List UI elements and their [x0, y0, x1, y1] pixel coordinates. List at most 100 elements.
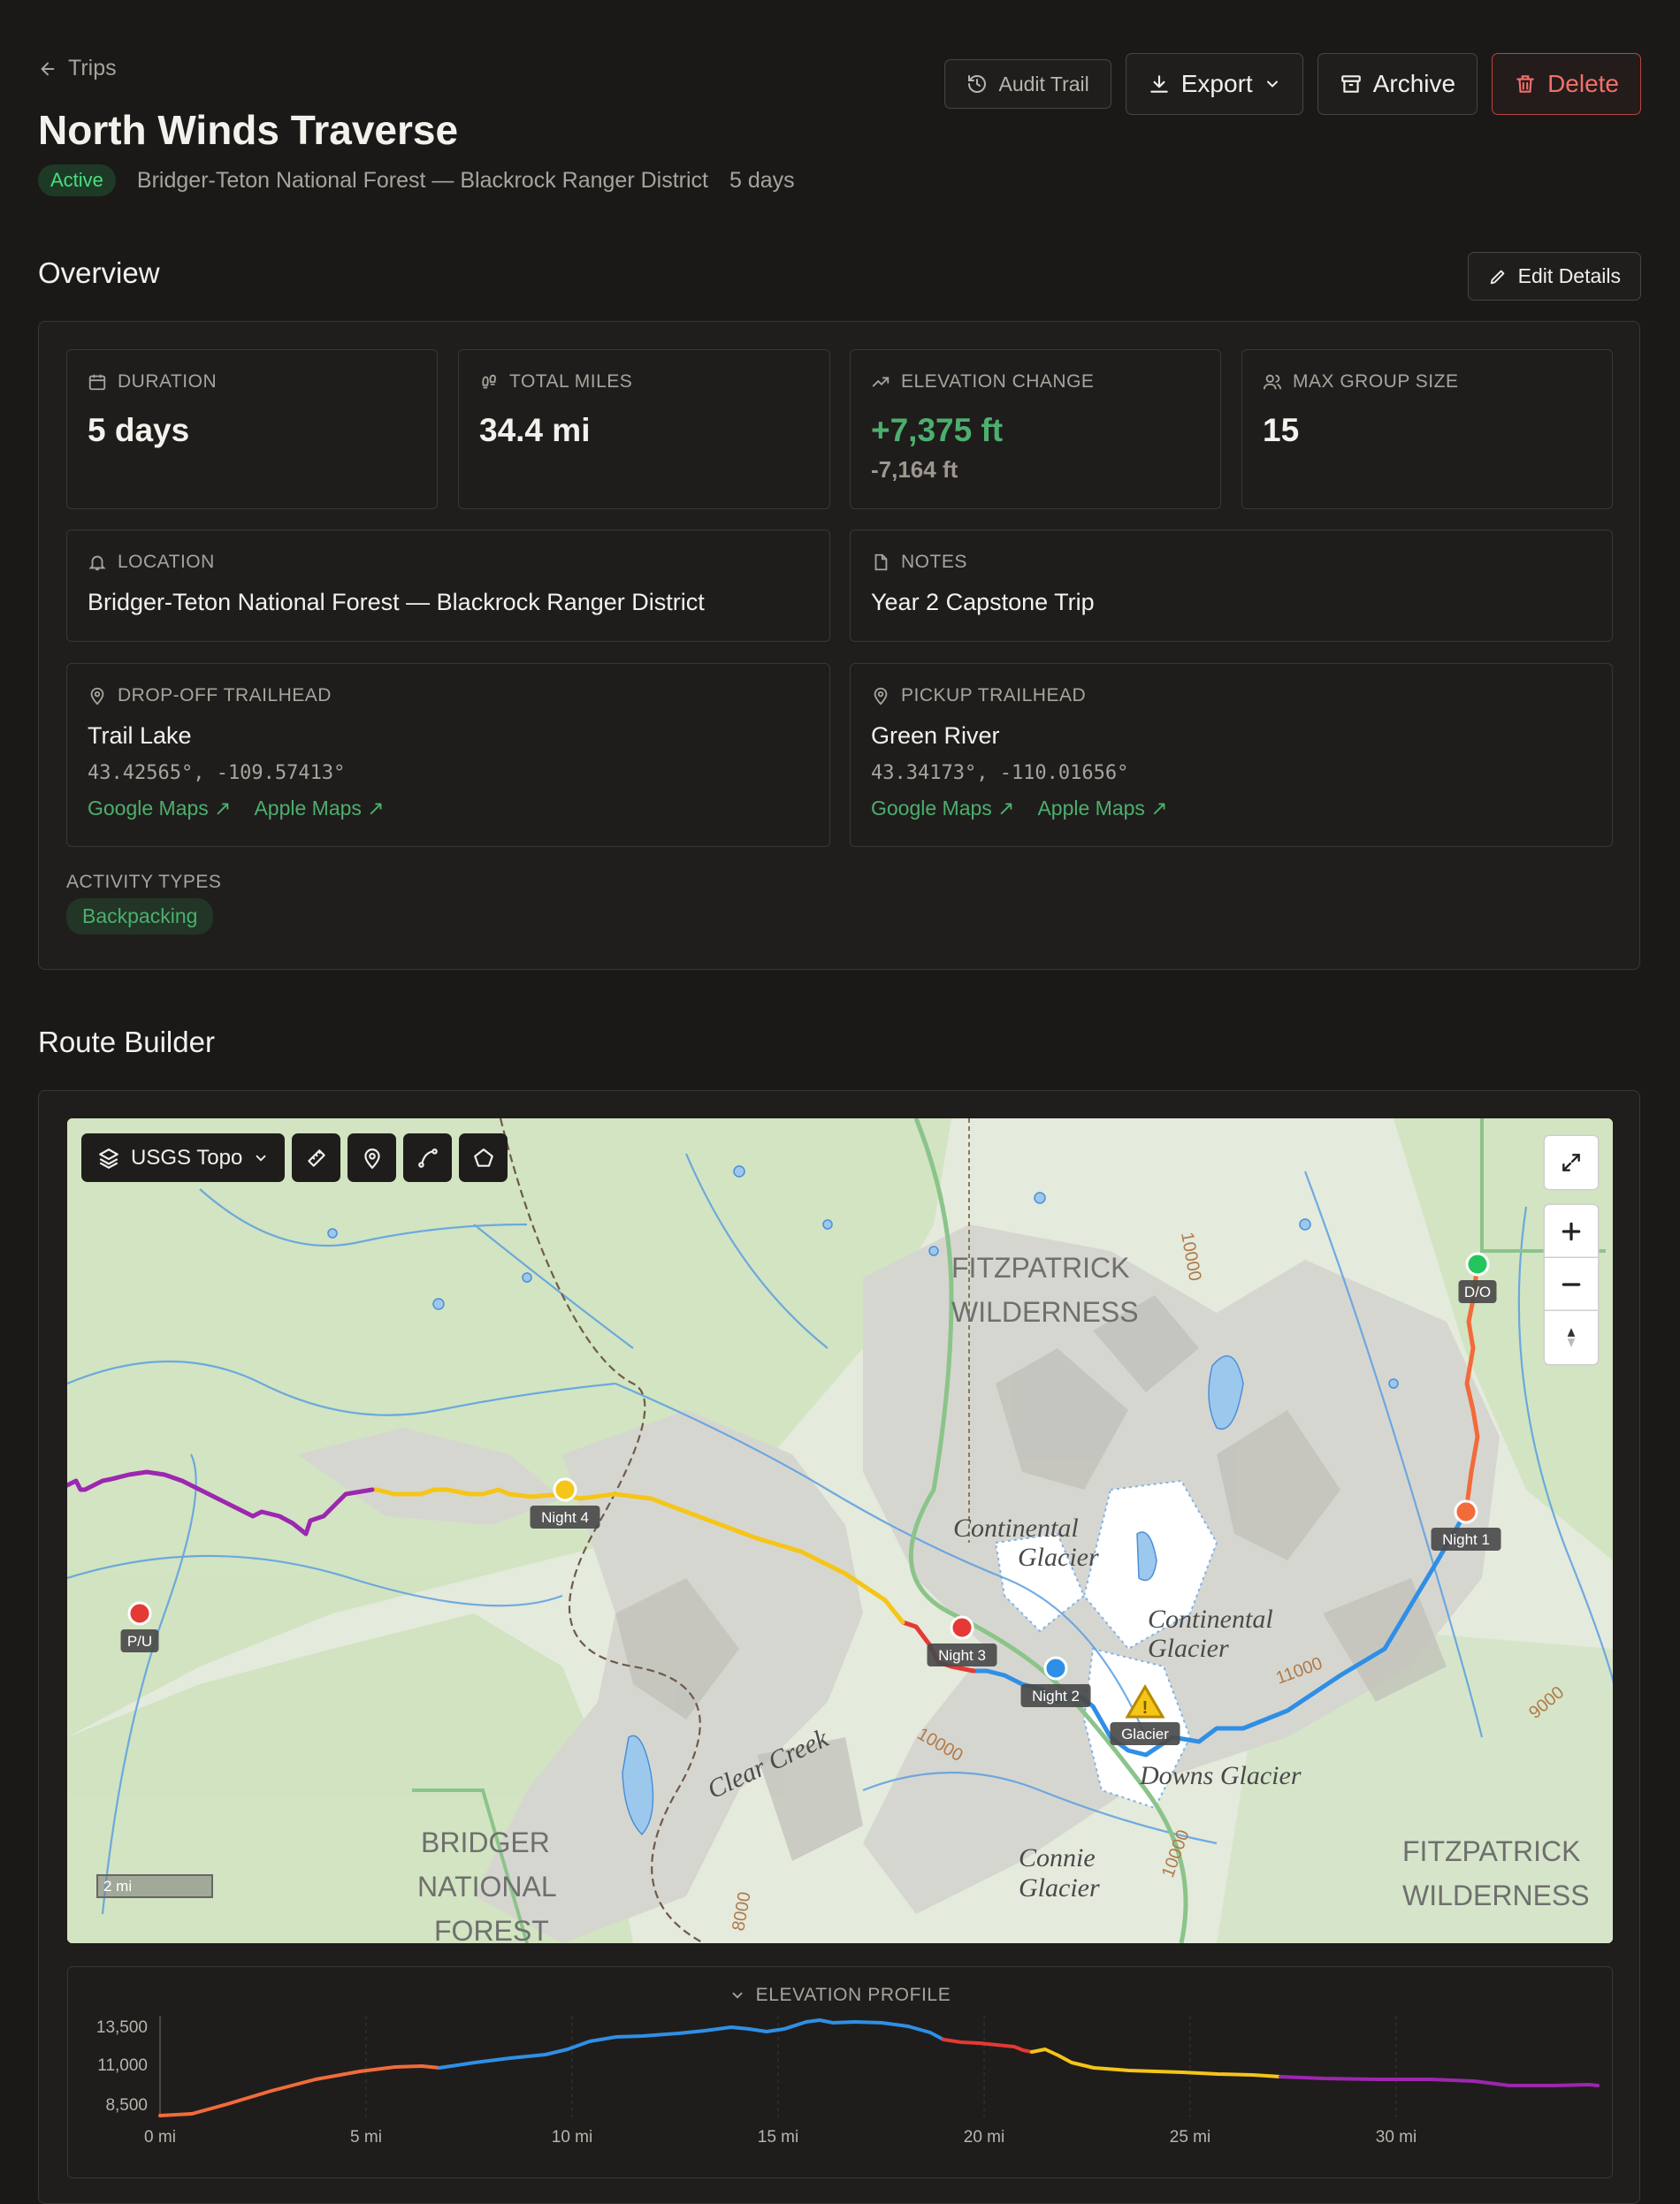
map-label-bridger-2: NATIONAL [417, 1871, 557, 1903]
audit-trail-button[interactable]: Audit Trail [944, 59, 1111, 109]
route-builder-title: Route Builder [38, 1026, 215, 1058]
map-label-connie-glacier-1: Connie [1019, 1843, 1096, 1872]
marker-dot [1465, 1252, 1490, 1277]
dropoff-name: Trail Lake [88, 722, 192, 749]
route-curve-icon [416, 1147, 439, 1170]
elevation-line-day1 [158, 2064, 441, 2117]
map-label-continental-glacier-a-1: Continental [953, 1514, 1079, 1543]
status-badge: Active [38, 164, 116, 196]
x-tick-label: 15 mi [758, 2128, 798, 2147]
location-card: LOCATION Bridger-Teton National Forest —… [66, 530, 830, 642]
export-button[interactable]: Export [1125, 53, 1303, 115]
audit-trail-label: Audit Trail [998, 72, 1089, 95]
notes-card: NOTES Year 2 Capstone Trip [850, 530, 1613, 642]
elevation-line-day3 [942, 2038, 1034, 2054]
dropoff-links: Google Maps ↗ Apple Maps ↗ [88, 797, 809, 820]
elevation-chart: 13,500 11,000 8,500 0 mi 5 mi 10 mi 15 mi 20 m… [96, 2016, 1600, 2147]
marker-label: P/U [127, 1633, 152, 1650]
y-tick-label: 8,500 [105, 2096, 148, 2115]
marker-dot [553, 1477, 577, 1502]
calendar-icon [88, 372, 107, 392]
map-scale-bar: 2 mi [96, 1874, 213, 1898]
marker-label: Night 4 [541, 1509, 589, 1526]
pickup-apple-maps-link[interactable]: Apple Maps ↗ [1037, 797, 1167, 820]
total-miles-card: TOTAL MILES 34.4 mi [458, 349, 830, 509]
reset-bearing-button[interactable] [1545, 1311, 1598, 1364]
activity-types-label: ACTIVITY TYPES [66, 872, 222, 892]
x-tick-label: 30 mi [1376, 2128, 1417, 2147]
elevation-x-axis: 0 mi 5 mi 10 mi 15 mi 20 mi 25 mi 30 mi [144, 2128, 1417, 2147]
elevation-label: ELEVATION CHANGE [901, 371, 1095, 392]
pickup-label-row: PICKUP TRAILHEAD [871, 685, 1592, 706]
measure-tool-button[interactable] [292, 1133, 341, 1182]
trip-location: Bridger-Teton National Forest — Blackroc… [136, 167, 708, 193]
elevation-profile-panel: ELEVATION PROFILE 13,500 11,000 8,500 0 mi… [67, 1966, 1613, 2178]
dropoff-trailhead-card: DROP-OFF TRAILHEAD Trail Lake 43.42565°,… [66, 663, 830, 847]
max-group-size-card: MAX GROUP SIZE 15 [1241, 349, 1613, 509]
archive-button[interactable]: Archive [1317, 53, 1478, 115]
draw-polygon-button[interactable] [459, 1133, 508, 1182]
compass-icon [1560, 1326, 1583, 1349]
back-to-trips-link[interactable]: Trips [38, 56, 117, 81]
export-label: Export [1180, 70, 1253, 97]
users-icon [1263, 372, 1282, 392]
pickup-trailhead-card: PICKUP TRAILHEAD Green River 43.34173°, … [850, 663, 1613, 847]
group-size-label-row: MAX GROUP SIZE [1263, 371, 1592, 393]
pickup-google-maps-link[interactable]: Google Maps ↗ [871, 797, 1014, 820]
map-label-continental-glacier-b-1: Continental [1148, 1605, 1273, 1634]
edit-details-label: Edit Details [1517, 264, 1621, 287]
marker-label: D/O [1464, 1284, 1491, 1300]
map-layer-select[interactable]: USGS Topo [81, 1133, 286, 1182]
pickup-links: Google Maps ↗ Apple Maps ↗ [871, 797, 1592, 820]
dropoff-apple-maps-link[interactable]: Apple Maps ↗ [254, 797, 384, 820]
trip-duration: 5 days [729, 167, 795, 193]
marker-label: Glacier [1121, 1726, 1169, 1743]
overview-panel: DURATION 5 days TOTAL MILES 34.4 mi ELEV… [38, 321, 1640, 970]
x-tick-label: 0 mi [144, 2128, 176, 2147]
elevation-loss-value: -7,164 ft [871, 456, 958, 483]
map-label-bridger-3: FOREST [434, 1915, 549, 1943]
delete-button[interactable]: Delete [1492, 53, 1641, 115]
total-miles-label-row: TOTAL MILES [479, 371, 809, 393]
route-map[interactable]: 10000 10000 11000 9000 10000 8000 FITZPA… [67, 1118, 1613, 1943]
minus-icon [1560, 1273, 1583, 1296]
zoom-out-button[interactable] [1545, 1258, 1598, 1311]
map-toolbar: USGS Topo [81, 1133, 508, 1182]
duration-value: 5 days [88, 412, 190, 448]
map-zoom-controls [1545, 1136, 1598, 1364]
map-label-fitzpatrick-south-1: FITZPATRICK [1402, 1835, 1580, 1867]
zoom-in-button[interactable] [1545, 1205, 1598, 1258]
warning-exclamation: ! [1142, 1698, 1149, 1718]
history-icon [966, 73, 988, 95]
x-tick-label: 25 mi [1170, 2128, 1210, 2147]
notes-label: NOTES [901, 552, 967, 572]
map-label-downs-glacier: Downs Glacier [1139, 1761, 1302, 1790]
edit-details-button[interactable]: Edit Details [1467, 252, 1641, 301]
y-tick-label: 13,500 [96, 2018, 148, 2037]
location-value: Bridger-Teton National Forest — Blackroc… [88, 589, 705, 615]
add-marker-button[interactable] [347, 1133, 397, 1182]
x-tick-label: 5 mi [350, 2128, 382, 2147]
header-actions: Audit Trail Export Archive Delete [944, 53, 1641, 115]
download-icon [1148, 72, 1171, 95]
location-label: LOCATION [118, 552, 215, 572]
marker-dot [950, 1615, 974, 1640]
marker-label: Night 3 [938, 1647, 986, 1664]
delete-label: Delete [1547, 70, 1619, 97]
route-builder-panel: 10000 10000 11000 9000 10000 8000 FITZPA… [38, 1090, 1640, 2204]
draw-route-button[interactable] [403, 1133, 453, 1182]
trip-meta-row: Active Bridger-Teton National Forest — B… [38, 164, 795, 196]
map-label-fitzpatrick-north-1: FITZPATRICK [951, 1252, 1129, 1284]
elevation-line-day2 [438, 2018, 945, 2070]
total-miles-value: 34.4 mi [479, 412, 591, 448]
elevation-label-row: ELEVATION CHANGE [871, 371, 1200, 393]
elevation-grid [365, 2016, 1397, 2117]
dropoff-google-maps-link[interactable]: Google Maps ↗ [88, 797, 231, 820]
fullscreen-button[interactable] [1545, 1136, 1598, 1189]
map-pin-icon [88, 686, 107, 705]
overview-title: Overview [38, 256, 160, 289]
trending-up-icon [871, 372, 890, 392]
elevation-change-card: ELEVATION CHANGE +7,375 ft -7,164 ft [850, 349, 1221, 509]
map-label-continental-glacier-b-2: Glacier [1148, 1634, 1229, 1663]
map-label-continental-glacier-a-2: Glacier [1018, 1543, 1099, 1572]
